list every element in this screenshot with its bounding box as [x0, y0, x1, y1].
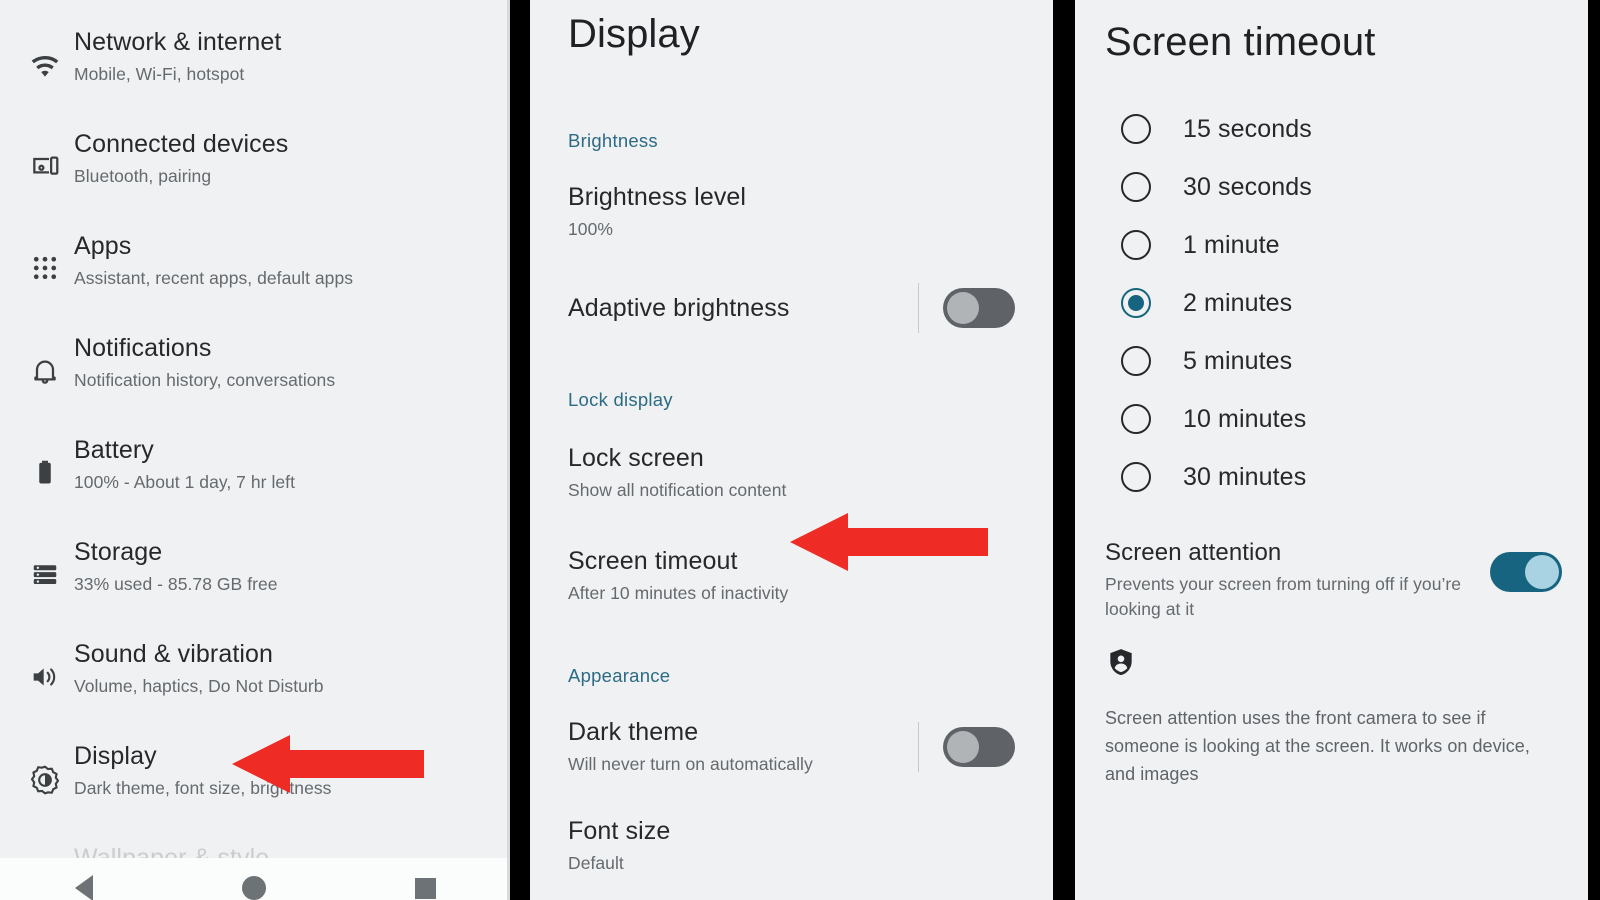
- screen-attention-footnote: Screen attention uses the front camera t…: [1105, 708, 1530, 784]
- pref-title: Brightness level: [568, 183, 747, 211]
- sidebar-item-notifications[interactable]: Notifications Notification history, conv…: [0, 320, 510, 422]
- pref-title: Screen attention: [1105, 539, 1282, 566]
- radio-label: 10 minutes: [1183, 404, 1307, 433]
- radio-label: 30 minutes: [1183, 462, 1307, 491]
- pref-subtitle: Show all notification content: [568, 480, 787, 500]
- pref-lock-screen[interactable]: Lock screen Show all notification conten…: [568, 443, 1015, 502]
- timeout-options-list: 15 seconds 30 seconds 1 minute 2 minutes: [1101, 100, 1562, 506]
- sidebar-item-title: Notifications: [74, 334, 212, 362]
- radio-button[interactable]: [1121, 404, 1151, 434]
- section-header-lock-display: Lock display: [568, 389, 673, 410]
- radio-label: 30 seconds: [1183, 172, 1312, 201]
- radio-button[interactable]: [1121, 114, 1151, 144]
- radio-label: 2 minutes: [1183, 288, 1293, 317]
- sidebar-item-text: Network & internet Mobile, Wi-Fi, hotspo…: [72, 27, 490, 85]
- sidebar-item-storage[interactable]: Storage 33% used - 85.78 GB free: [0, 524, 510, 626]
- toggle-divider: [917, 283, 919, 333]
- arrow-pointing-display: [232, 735, 424, 793]
- radio-label: 15 seconds: [1183, 114, 1312, 143]
- storage-icon: [18, 537, 72, 589]
- screen-timeout-panel: Screen timeout 15 seconds 30 seconds 1 m…: [1075, 0, 1588, 900]
- radio-option-2-minutes[interactable]: 2 minutes: [1101, 274, 1562, 332]
- toggle-divider: [917, 721, 919, 772]
- radio-option-15-seconds[interactable]: 15 seconds: [1101, 100, 1562, 158]
- pref-title: Font size: [568, 817, 671, 845]
- pref-adaptive-brightness[interactable]: Adaptive brightness: [568, 283, 1015, 333]
- arrow-pointing-screen-timeout: [790, 513, 988, 571]
- adaptive-brightness-toggle[interactable]: [943, 288, 1015, 328]
- sound-icon: [18, 639, 72, 693]
- bell-icon: [18, 333, 72, 387]
- pref-subtitle: After 10 minutes of inactivity: [568, 583, 789, 603]
- pref-title: Lock screen: [568, 444, 704, 472]
- sidebar-item-title: Storage: [74, 538, 163, 566]
- display-brightness-icon: [18, 741, 72, 797]
- pref-title: Dark theme: [568, 718, 699, 746]
- sidebar-item-title: Sound & vibration: [74, 640, 274, 668]
- sidebar-item-connected-devices[interactable]: Connected devices Bluetooth, pairing: [0, 116, 510, 218]
- section-header-appearance: Appearance: [568, 665, 671, 686]
- radio-option-30-seconds[interactable]: 30 seconds: [1101, 158, 1562, 216]
- sidebar-item-subtitle: Notification history, conversations: [74, 370, 336, 390]
- pref-screen-attention[interactable]: Screen attention Prevents your screen fr…: [1101, 538, 1562, 622]
- radio-option-10-minutes[interactable]: 10 minutes: [1101, 390, 1562, 448]
- sidebar-item-subtitle: Volume, haptics, Do Not Disturb: [74, 676, 324, 696]
- pref-dark-theme[interactable]: Dark theme Will never turn on automatica…: [568, 717, 1015, 776]
- sidebar-item-title: Connected devices: [74, 130, 289, 158]
- sidebar-item-subtitle: 100% - About 1 day, 7 hr left: [74, 472, 295, 492]
- pref-font-size[interactable]: Font size Default: [568, 816, 1015, 875]
- sidebar-item-title: Network & internet: [74, 28, 282, 56]
- screen-attention-toggle[interactable]: [1490, 552, 1562, 592]
- back-triangle-icon[interactable]: [74, 875, 93, 900]
- home-circle-icon[interactable]: [241, 876, 266, 900]
- sidebar-item-subtitle: 33% used - 85.78 GB free: [74, 574, 278, 594]
- dark-theme-toggle[interactable]: [943, 726, 1015, 767]
- radio-button[interactable]: [1121, 230, 1151, 260]
- sidebar-item-battery[interactable]: Battery 100% - About 1 day, 7 hr left: [0, 422, 510, 524]
- connected-devices-icon: [18, 129, 72, 183]
- pref-subtitle: Default: [568, 853, 624, 873]
- sidebar-item-subtitle: Bluetooth, pairing: [74, 166, 212, 186]
- apps-grid-icon: [18, 231, 72, 283]
- radio-label: 5 minutes: [1183, 346, 1293, 375]
- screenshot-stage: Network & internet Mobile, Wi-Fi, hotspo…: [0, 0, 1600, 900]
- sidebar-item-title: Battery: [74, 436, 154, 464]
- sidebar-item-network-internet[interactable]: Network & internet Mobile, Wi-Fi, hotspo…: [0, 14, 510, 116]
- shield-person-icon: [1101, 646, 1562, 678]
- page-title: Screen timeout: [1105, 20, 1376, 64]
- pref-subtitle: Prevents your screen from turning off if…: [1105, 574, 1462, 619]
- pref-subtitle: 100%: [568, 219, 613, 239]
- panel-edge: [507, 0, 510, 900]
- pref-title: Adaptive brightness: [568, 293, 790, 322]
- pref-subtitle: Will never turn on automatically: [568, 754, 813, 774]
- radio-button[interactable]: [1121, 346, 1151, 376]
- sidebar-item-apps[interactable]: Apps Assistant, recent apps, default app…: [0, 218, 510, 320]
- sidebar-item-subtitle: Assistant, recent apps, default apps: [74, 268, 354, 288]
- radio-option-30-minutes[interactable]: 30 minutes: [1101, 448, 1562, 506]
- display-settings-panel: Display Brightness Brightness level 100%…: [530, 0, 1053, 900]
- sidebar-item-subtitle: Mobile, Wi-Fi, hotspot: [74, 64, 245, 84]
- battery-icon: [18, 435, 72, 487]
- wifi-icon: [18, 27, 72, 83]
- sidebar-item-title: Apps: [74, 232, 132, 260]
- radio-button[interactable]: [1121, 462, 1151, 492]
- sidebar-item-sound-vibration[interactable]: Sound & vibration Volume, haptics, Do No…: [0, 626, 510, 728]
- android-navigation-bar: [0, 858, 510, 900]
- recents-square-icon[interactable]: [414, 877, 436, 899]
- pref-brightness-level[interactable]: Brightness level 100%: [568, 182, 1015, 241]
- radio-option-1-minute[interactable]: 1 minute: [1101, 216, 1562, 274]
- radio-button-selected[interactable]: [1121, 288, 1151, 318]
- radio-button[interactable]: [1121, 172, 1151, 202]
- page-title: Display: [568, 12, 700, 56]
- radio-label: 1 minute: [1183, 230, 1280, 259]
- radio-option-5-minutes[interactable]: 5 minutes: [1101, 332, 1562, 390]
- section-header-brightness: Brightness: [568, 130, 658, 151]
